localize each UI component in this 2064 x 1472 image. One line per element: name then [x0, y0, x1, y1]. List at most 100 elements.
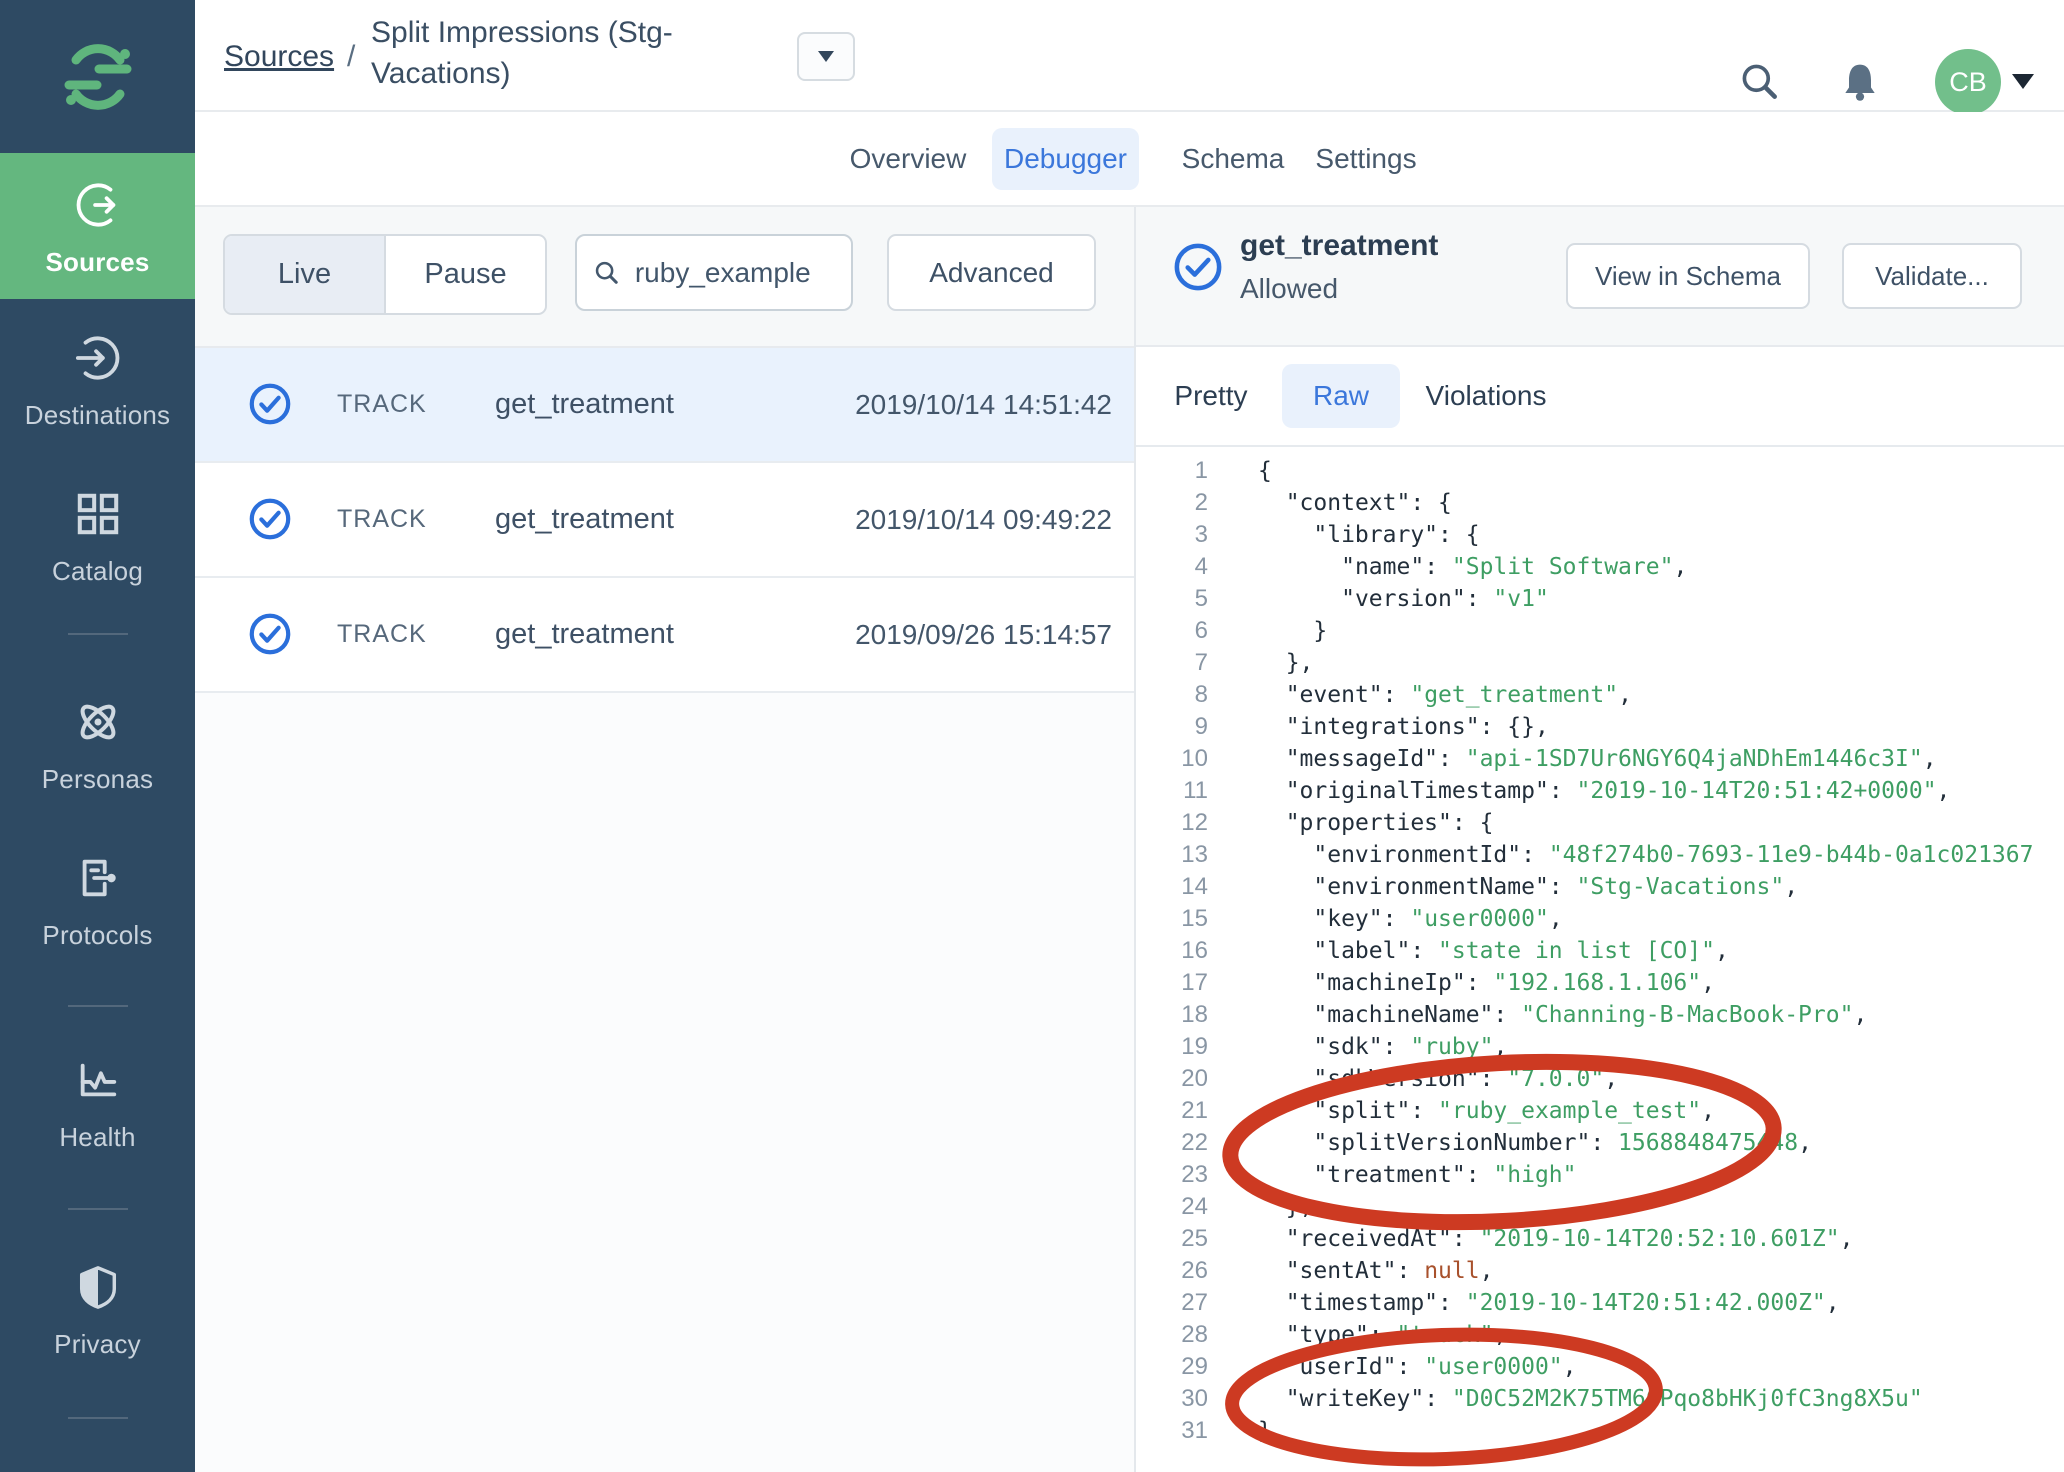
line-number: 21 [1136, 1095, 1214, 1127]
event-type: TRACK [337, 620, 427, 649]
event-row[interactable]: TRACK get_treatment 2019/10/14 09:49:22 [195, 463, 1134, 578]
json-line-text: }, [1258, 1191, 1313, 1223]
json-line-text: "event": "get_treatment", [1258, 679, 1632, 711]
sidebar-item-catalog[interactable]: Catalog [0, 492, 195, 587]
line-number: 4 [1136, 551, 1214, 583]
page-tabbar: Overview Debugger Schema Settings [195, 112, 2064, 207]
pause-button[interactable]: Pause [384, 236, 545, 313]
json-line: 23 "treatment": "high" [1136, 1159, 2064, 1191]
advanced-button[interactable]: Advanced [887, 234, 1096, 311]
json-line: 13 "environmentId": "48f274b0-7693-11e9-… [1136, 839, 2064, 871]
valid-check-icon [247, 381, 293, 427]
json-line-text: "writeKey": "D0C52M2K75TM6CPqo8bHKj0fC3n… [1258, 1383, 1923, 1415]
line-number: 16 [1136, 935, 1214, 967]
live-button[interactable]: Live [225, 236, 384, 313]
json-line-text: "sdk": "ruby", [1258, 1031, 1507, 1063]
line-number: 7 [1136, 647, 1214, 679]
json-viewer[interactable]: 1{2 "context": {3 "library": {4 "name": … [1136, 449, 2064, 1472]
event-detail-panel: get_treatment Allowed View in Schema Val… [1134, 207, 2064, 1472]
json-line-text: "timestamp": "2019-10-14T20:51:42.000Z", [1258, 1287, 1840, 1319]
line-number: 31 [1136, 1415, 1214, 1447]
source-switcher-button[interactable] [797, 32, 855, 81]
json-line: 17 "machineIp": "192.168.1.106", [1136, 967, 2064, 999]
event-name: get_treatment [495, 388, 674, 421]
sidebar-item-destinations[interactable]: Destinations [0, 336, 195, 431]
bell-icon[interactable] [1838, 60, 1882, 104]
sidebar-divider [68, 1208, 128, 1210]
json-line: 1{ [1136, 455, 2064, 487]
json-line-text: } [1258, 615, 1327, 647]
tab-violations[interactable]: Violations [1416, 347, 1556, 445]
line-number: 3 [1136, 519, 1214, 551]
json-line-text: "library": { [1258, 519, 1480, 551]
page-title: Split Impressions (Stg-Vacations) [371, 12, 693, 94]
tab-pretty[interactable]: Pretty [1170, 347, 1252, 445]
event-timestamp: 2019/09/26 15:14:57 [855, 619, 1112, 651]
tab-raw[interactable]: Raw [1282, 364, 1400, 428]
sidebar-item-health[interactable]: Health [0, 1058, 195, 1153]
sources-icon [75, 183, 121, 227]
breadcrumb-separator: / [347, 40, 355, 74]
sidebar-item-label: Privacy [54, 1329, 141, 1360]
json-line-text: { [1258, 455, 1272, 487]
json-line: 16 "label": "state in list [CO]", [1136, 935, 2064, 967]
json-line: 8 "event": "get_treatment", [1136, 679, 2064, 711]
segment-logo[interactable] [0, 0, 195, 153]
sidebar-item-sources[interactable]: Sources [0, 153, 195, 299]
sidebar-divider [68, 1005, 128, 1007]
line-number: 20 [1136, 1063, 1214, 1095]
validate-button[interactable]: Validate... [1842, 243, 2022, 309]
line-number: 27 [1136, 1287, 1214, 1319]
search-icon [593, 256, 621, 290]
line-number: 6 [1136, 615, 1214, 647]
json-line-text: "userId": "user0000", [1258, 1351, 1577, 1383]
json-line-text: "context": { [1258, 487, 1452, 519]
tab-debugger[interactable]: Debugger [992, 128, 1139, 190]
json-line: 24 }, [1136, 1191, 2064, 1223]
json-line-text: } [1258, 1415, 1272, 1447]
json-line: 31} [1136, 1415, 2064, 1447]
event-row[interactable]: TRACK get_treatment 2019/09/26 15:14:57 [195, 578, 1134, 693]
sidebar-item-label: Health [59, 1122, 135, 1153]
search-icon[interactable] [1738, 60, 1782, 104]
line-number: 11 [1136, 775, 1214, 807]
line-number: 18 [1136, 999, 1214, 1031]
json-line-text: "version": "v1" [1258, 583, 1549, 615]
avatar[interactable]: CB [1935, 49, 2001, 115]
json-line: 6 } [1136, 615, 2064, 647]
line-number: 28 [1136, 1319, 1214, 1351]
json-line: 21 "split": "ruby_example_test", [1136, 1095, 2064, 1127]
line-number: 12 [1136, 807, 1214, 839]
json-line-text: "properties": { [1258, 807, 1493, 839]
json-line-text: "environmentName": "Stg-Vacations", [1258, 871, 1798, 903]
event-row[interactable]: TRACK get_treatment 2019/10/14 14:51:42 [195, 348, 1134, 463]
tab-settings[interactable]: Settings [1311, 112, 1421, 205]
sidebar-item-privacy[interactable]: Privacy [0, 1265, 195, 1360]
json-line-text: "label": "state in list [CO]", [1258, 935, 1729, 967]
account-caret-down-icon[interactable] [2012, 74, 2034, 89]
event-detail-title: get_treatment [1240, 229, 1438, 263]
event-name: get_treatment [495, 503, 674, 536]
tab-overview[interactable]: Overview [852, 112, 964, 205]
line-number: 9 [1136, 711, 1214, 743]
json-line-text: "environmentId": "48f274b0-7693-11e9-b44… [1258, 839, 2033, 871]
json-line: 2 "context": { [1136, 487, 2064, 519]
detail-tabbar: Pretty Raw Violations [1136, 347, 2064, 447]
segment-logo-icon [56, 35, 140, 119]
sidebar-item-label: Sources [45, 247, 149, 278]
json-line-text: "key": "user0000", [1258, 903, 1563, 935]
json-line: 14 "environmentName": "Stg-Vacations", [1136, 871, 2064, 903]
json-line-text: "integrations": {}, [1258, 711, 1549, 743]
sidebar-divider [68, 633, 128, 635]
search-input[interactable] [633, 256, 835, 290]
json-line: 9 "integrations": {}, [1136, 711, 2064, 743]
sidebar-item-protocols[interactable]: Protocols [0, 856, 195, 951]
tab-schema[interactable]: Schema [1183, 112, 1283, 205]
json-line-text: "type": "track", [1258, 1319, 1507, 1351]
view-in-schema-button[interactable]: View in Schema [1566, 243, 1810, 309]
sidebar-item-personas[interactable]: Personas [0, 700, 195, 795]
event-timestamp: 2019/10/14 09:49:22 [855, 504, 1112, 536]
line-number: 1 [1136, 455, 1214, 487]
breadcrumb-sources-link[interactable]: Sources [224, 40, 334, 74]
event-status-label: Allowed [1240, 273, 1338, 305]
